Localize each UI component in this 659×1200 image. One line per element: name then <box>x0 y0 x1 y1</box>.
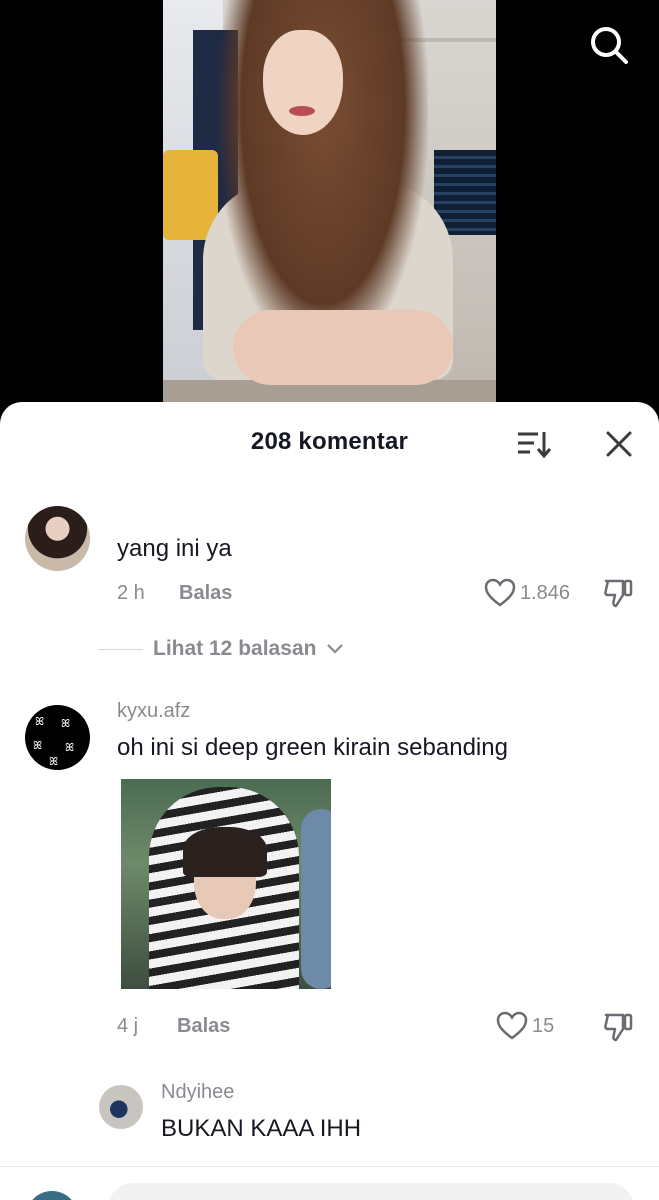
divider <box>98 648 143 650</box>
view-replies-label: Lihat 12 balasan <box>153 637 317 660</box>
svg-text:ꕤ: ꕤ <box>65 741 74 754</box>
dislike-button[interactable] <box>601 1010 635 1044</box>
video-frame <box>163 0 496 420</box>
reply-text: BUKAN KAAA IHH <box>161 1115 362 1142</box>
avatar[interactable]: ꕤ ꕤ ꕤ ꕤ ꕤ <box>25 705 90 770</box>
sort-button[interactable] <box>514 426 554 462</box>
comment-image[interactable] <box>121 779 331 989</box>
comment-time: 4 j <box>117 1015 139 1037</box>
comments-sheet: 208 komentar yang ini ya 2 h Balas 1.846… <box>0 402 659 1200</box>
dislike-button[interactable] <box>601 576 635 610</box>
comment-username[interactable]: kyxu.afz <box>117 700 190 723</box>
reply-username[interactable]: Ndyihee <box>161 1081 234 1104</box>
search-icon <box>591 27 628 64</box>
reply-button[interactable]: Balas <box>177 1015 230 1038</box>
avatar <box>26 1191 78 1200</box>
comments-header: 208 komentar <box>0 402 659 484</box>
comments-count-title: 208 komentar <box>250 428 409 455</box>
chevron-down-icon <box>327 644 344 654</box>
avatar[interactable] <box>99 1085 143 1129</box>
view-replies-button[interactable]: Lihat 12 balasan <box>98 637 344 661</box>
heart-icon <box>484 578 516 607</box>
like-button[interactable]: 1.846 <box>484 578 570 608</box>
avatar[interactable] <box>25 506 90 571</box>
comment-time: 2 h <box>117 582 145 604</box>
bow-pattern-icon: ꕤ ꕤ ꕤ ꕤ ꕤ <box>33 715 74 768</box>
svg-text:ꕤ: ꕤ <box>61 717 70 730</box>
video-player[interactable] <box>0 0 659 420</box>
close-button[interactable] <box>599 426 639 462</box>
sort-icon <box>518 432 552 459</box>
like-button[interactable]: 15 <box>496 1011 554 1041</box>
search-button[interactable] <box>586 22 632 68</box>
comment-text: oh ini si deep green kirain sebanding <box>117 734 508 761</box>
close-icon <box>606 431 632 457</box>
svg-text:ꕤ: ꕤ <box>35 715 44 728</box>
dislike-icon <box>604 579 633 608</box>
svg-text:ꕤ: ꕤ <box>33 739 42 752</box>
dislike-icon <box>604 1013 633 1042</box>
reply-button[interactable]: Balas <box>179 582 232 605</box>
like-count: 1.846 <box>520 581 571 604</box>
comment-text: yang ini ya <box>117 535 232 562</box>
comment-input[interactable] <box>108 1183 634 1200</box>
heart-icon <box>496 1011 528 1040</box>
svg-text:ꕤ: ꕤ <box>49 755 58 768</box>
comment-input-bar <box>0 1166 659 1200</box>
like-count: 15 <box>532 1014 555 1037</box>
